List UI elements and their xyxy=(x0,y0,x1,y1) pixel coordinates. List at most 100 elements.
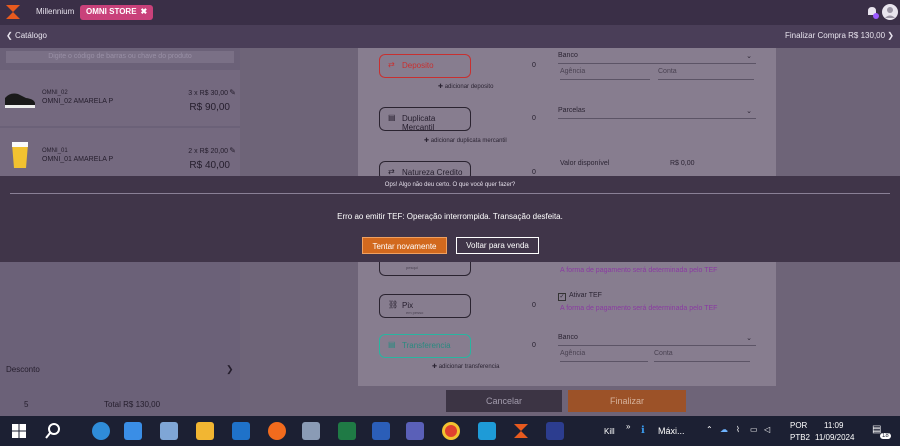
add-duplicata-label: adicionar duplicata mercantil xyxy=(430,138,507,144)
catalog-back-button[interactable]: ❮ Catálogo xyxy=(6,31,47,40)
app-orange-icon[interactable] xyxy=(268,422,286,440)
checkbox-checked-icon: ✓ xyxy=(558,293,566,301)
transfer-bank-select[interactable]: Banco ⌄ xyxy=(558,334,756,346)
more-chevrons[interactable]: » xyxy=(626,422,630,431)
chevron-down-icon: ⌄ xyxy=(746,335,752,342)
payment-deposito-label: Deposito xyxy=(402,61,434,70)
add-duplicata-link[interactable]: ✚ adicionar duplicata mercantil xyxy=(424,137,507,144)
max-label[interactable]: Máxi... xyxy=(658,426,685,436)
discount-label[interactable]: Desconto xyxy=(6,365,40,374)
store-icon[interactable] xyxy=(124,422,142,440)
search-icon[interactable] xyxy=(44,422,62,440)
tab-omni-store-label: OMNI STORE xyxy=(86,7,137,16)
close-tab-icon[interactable]: ✖ xyxy=(141,7,148,16)
clock-date[interactable]: 11/09/2024 xyxy=(815,433,854,442)
retry-button[interactable]: Tentar novamente xyxy=(362,237,447,254)
transfer-arrows-icon: ⇄ xyxy=(388,167,395,176)
wifi-icon[interactable]: ⌇ xyxy=(736,425,740,434)
finish-button[interactable]: Finalizar xyxy=(568,390,686,412)
dialog-message: Erro ao emitir TEF: Operação interrompid… xyxy=(337,212,563,221)
tab-millennium[interactable]: Millennium xyxy=(36,7,74,16)
transfer-account-input[interactable]: Conta xyxy=(654,350,750,362)
tef-toggle[interactable]: ✓ Ativar TEF xyxy=(558,292,602,301)
available-value: R$ 0,00 xyxy=(670,160,695,167)
app-blue-icon[interactable] xyxy=(546,422,564,440)
deposito-value: 0 xyxy=(532,62,536,69)
top-bar: Millennium OMNI STORE ✖ xyxy=(0,0,900,25)
transfer-bank-select-value: Banco xyxy=(558,334,578,341)
chrome-icon[interactable] xyxy=(442,422,460,440)
payment-transferencia-button[interactable]: ▤ Transferencia xyxy=(379,334,471,358)
error-dialog: Ops! Algo não deu certo. O que você quer… xyxy=(0,176,900,262)
payment-deposito-button[interactable]: ⇄ Deposito xyxy=(379,54,471,78)
language-indicator[interactable]: POR xyxy=(790,421,807,430)
outlook-icon[interactable] xyxy=(232,422,250,440)
dialog-divider xyxy=(10,193,890,194)
user-avatar-icon[interactable] xyxy=(882,4,898,20)
clock-time[interactable]: 11:09 xyxy=(824,421,843,430)
transfer-agency-input[interactable]: Agência xyxy=(560,350,648,362)
excel-icon[interactable] xyxy=(338,422,356,440)
payment-pix-button[interactable]: ⛓ Pix em pesso xyxy=(379,294,471,318)
item-description: OMNI_01 AMARELA P xyxy=(42,156,114,163)
word-icon[interactable] xyxy=(372,422,390,440)
dialog-title: Ops! Algo não deu certo. O que você quer… xyxy=(384,182,516,188)
item-qty-price: 3 x R$ 30,00 xyxy=(188,90,228,97)
keyboard-layout[interactable]: PTB2 xyxy=(790,433,810,442)
file-explorer-icon[interactable] xyxy=(196,422,214,440)
paint-icon[interactable] xyxy=(302,422,320,440)
add-transferencia-link[interactable]: ✚ adicionar transferencia xyxy=(432,363,499,370)
edit-pencil-icon[interactable]: ✎ xyxy=(229,88,236,97)
kill-label[interactable]: Kill xyxy=(604,427,615,436)
duplicata-value: 0 xyxy=(532,115,536,122)
plus-icon: ✚ xyxy=(424,138,430,144)
account-input[interactable]: Conta xyxy=(658,68,754,80)
tab-omni-store[interactable]: OMNI STORE ✖ xyxy=(80,5,154,20)
installments-select[interactable]: Parcelas ⌄ xyxy=(558,107,756,119)
windows-start-icon[interactable] xyxy=(10,422,28,440)
app-logo-icon xyxy=(6,5,20,19)
pix-tef-info-text: A forma de pagamento será determinada pe… xyxy=(560,305,718,312)
notes-icon[interactable] xyxy=(160,422,178,440)
notification-bell-icon[interactable] xyxy=(864,4,880,20)
volume-icon[interactable]: ◁ xyxy=(764,425,770,434)
sub-header: ❮ Catálogo Finalizar Compra R$ 130,00 ❯ xyxy=(0,25,900,48)
shoe-thumbnail-icon xyxy=(5,93,35,108)
back-to-sale-button[interactable]: Voltar para venda xyxy=(456,237,539,254)
available-label: Valor disponível xyxy=(560,160,610,167)
chevron-right-icon[interactable]: ❯ xyxy=(226,364,234,375)
app-monitor-icon[interactable] xyxy=(478,422,496,440)
payment-duplicata-button[interactable]: ▤ Duplicata Mercantil xyxy=(379,107,471,132)
payment-pix-label: Pix xyxy=(402,301,414,310)
battery-icon[interactable]: ▭ xyxy=(750,425,758,434)
item-code: OMNI_01 xyxy=(42,148,68,154)
bank-select[interactable]: Banco ⌄ xyxy=(558,52,756,64)
card-icon: ▤ xyxy=(388,113,396,122)
notification-count-badge: 18 xyxy=(880,433,891,439)
info-icon[interactable]: ℹ xyxy=(641,425,645,436)
checkout-button[interactable]: Finalizar Compra R$ 130,00 ❯ xyxy=(785,31,894,40)
cancel-button[interactable]: Cancelar xyxy=(446,390,562,412)
card-icon: ▤ xyxy=(388,340,396,349)
onedrive-icon[interactable]: ☁ xyxy=(720,425,728,434)
barcode-search-input[interactable]: Digite o código de barras ou chave do pr… xyxy=(6,51,234,63)
item-description: OMNI_02 AMARELA P xyxy=(42,98,114,105)
pix-value: 0 xyxy=(532,302,536,309)
cart-item[interactable]: OMNI_02 OMNI_02 AMARELA P 3 x R$ 30,00 ✎… xyxy=(0,70,240,126)
item-count: 5 xyxy=(24,400,29,409)
edge-browser-icon[interactable] xyxy=(92,422,110,440)
installments-select-value: Parcelas xyxy=(558,107,586,114)
add-deposito-link[interactable]: ✚ adicionar deposito xyxy=(438,83,493,90)
millennium-logo-icon[interactable] xyxy=(512,422,530,440)
add-transferencia-label: adicionar transferencia xyxy=(438,364,500,370)
payment-other-button[interactable]: pesqui xyxy=(379,262,471,276)
transfer-arrows-icon: ⇄ xyxy=(388,60,395,69)
agency-input[interactable]: Agência xyxy=(560,68,650,80)
edit-pencil-icon[interactable]: ✎ xyxy=(229,146,236,155)
catalog-back-label: Catálogo xyxy=(14,31,47,40)
teams-icon[interactable] xyxy=(406,422,424,440)
chevron-up-icon[interactable]: ⌃ xyxy=(706,425,713,434)
link-icon: ⛓ xyxy=(388,300,399,309)
windows-taskbar: Kill » ℹ Máxi... ⌃ ☁ ⌇ ▭ ◁ POR PTB2 11:0… xyxy=(0,416,900,446)
plus-icon: ✚ xyxy=(438,84,444,90)
